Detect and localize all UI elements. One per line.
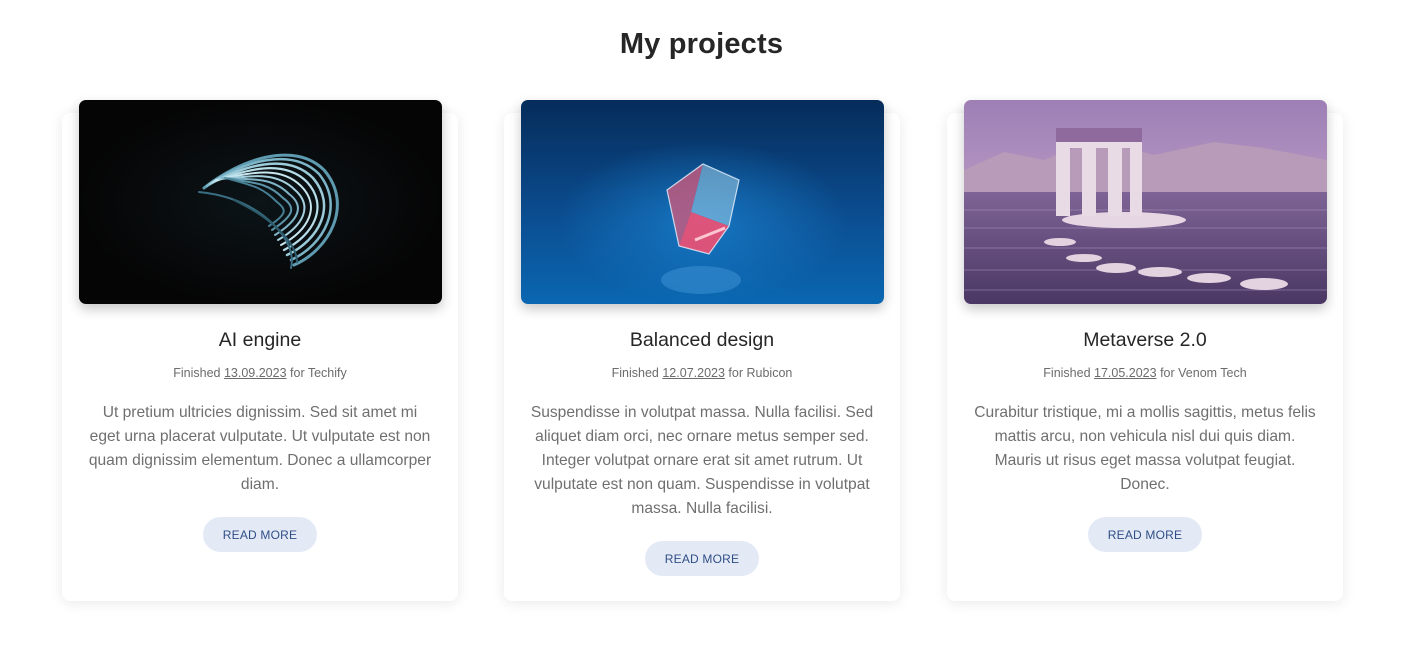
card-description: Curabitur tristique, mi a mollis sagitti… bbox=[974, 404, 1316, 493]
card-title: AI engine bbox=[218, 329, 302, 351]
card-title: Balanced design bbox=[629, 329, 775, 351]
project-card-metaverse: Metaverse 2.0 Finished 17.05.2023 for Ve… bbox=[947, 100, 1343, 601]
card-description: Suspendisse in volutpat massa. Nulla fac… bbox=[530, 404, 874, 517]
finished-date: 13.09.2023 bbox=[223, 366, 287, 380]
read-more-button[interactable]: READ MORE bbox=[645, 541, 759, 576]
read-more-button[interactable]: READ MORE bbox=[1088, 517, 1202, 552]
lake-arch-image bbox=[964, 100, 1327, 304]
page-title: My projects bbox=[619, 28, 784, 60]
finished-label: Finished bbox=[1043, 366, 1091, 380]
glass-cube-image bbox=[521, 100, 884, 304]
client-prefix: for bbox=[290, 366, 305, 380]
project-card-ai-engine: AI engine Finished 13.09.2023 for Techif… bbox=[62, 100, 458, 601]
client-name: Rubicon bbox=[746, 366, 793, 380]
client-name: Techify bbox=[307, 366, 347, 380]
card-meta: Finished 13.09.2023 for Techify bbox=[62, 366, 458, 380]
client-prefix: for bbox=[1160, 366, 1175, 380]
card-description: Ut pretium ultricies dignissim. Sed sit … bbox=[88, 404, 432, 493]
card-meta: Finished 12.07.2023 for Rubicon bbox=[504, 366, 900, 380]
project-card-balanced-design: Balanced design Finished 12.07.2023 for … bbox=[504, 100, 900, 601]
finished-date: 17.05.2023 bbox=[1094, 366, 1157, 380]
abstract-spiral-image bbox=[79, 100, 442, 304]
client-name: Venom Tech bbox=[1178, 366, 1247, 380]
client-prefix: for bbox=[728, 366, 743, 380]
finished-date: 12.07.2023 bbox=[662, 366, 725, 380]
card-title: Metaverse 2.0 bbox=[1083, 329, 1207, 351]
read-more-button[interactable]: READ MORE bbox=[203, 517, 317, 552]
finished-label: Finished bbox=[611, 366, 659, 380]
card-meta: Finished 17.05.2023 for Venom Tech bbox=[947, 366, 1343, 380]
finished-label: Finished bbox=[173, 366, 221, 380]
